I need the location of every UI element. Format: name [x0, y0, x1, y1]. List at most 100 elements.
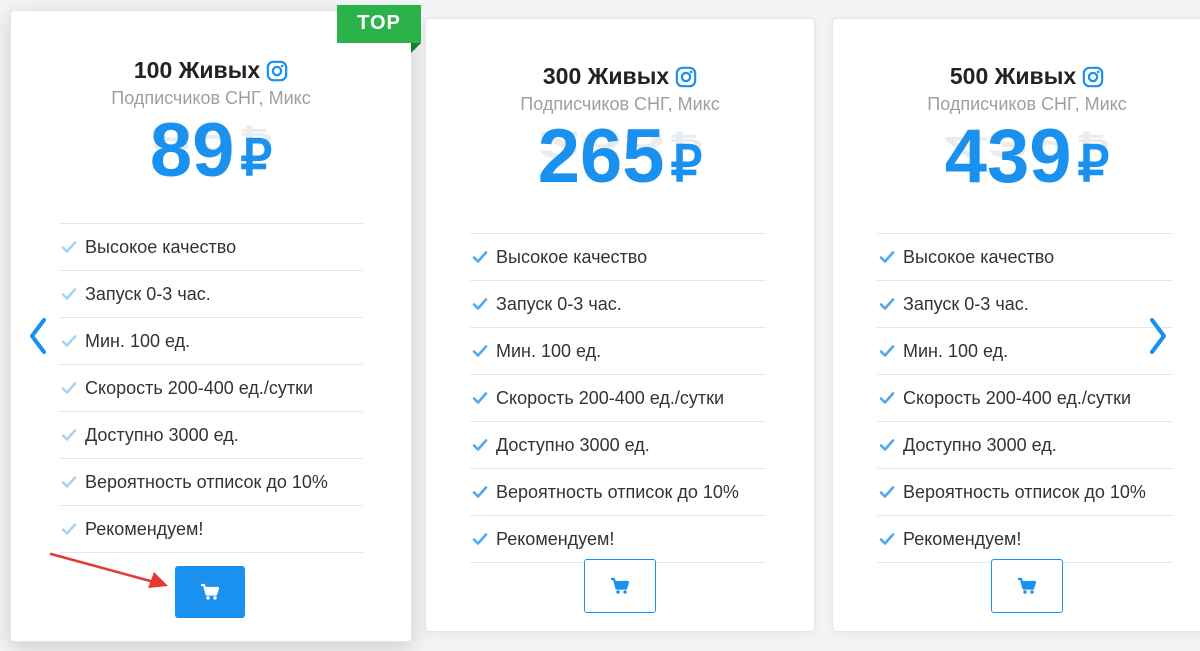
check-icon [879, 251, 895, 263]
currency-symbol: ₽ [670, 136, 703, 192]
check-icon [879, 533, 895, 545]
top-badge: TOP [337, 5, 421, 43]
feature-text: Запуск 0-3 час. [85, 284, 211, 304]
check-icon [61, 288, 77, 300]
feature-item: Скорость 200-400 ед./сутки [59, 364, 363, 411]
feature-item: Высокое качество [59, 223, 363, 270]
feature-item: Мин. 100 ед. [877, 327, 1173, 374]
currency-symbol: ₽ [240, 130, 273, 186]
feature-list: Высокое качество Запуск 0-3 час. Мин. 10… [59, 223, 363, 553]
shopping-cart-icon [1018, 577, 1037, 594]
price: 439 ₽ [833, 119, 1200, 195]
feature-item: Рекомендуем! [470, 515, 766, 563]
feature-text: Высокое качество [903, 247, 1055, 267]
feature-text: Скорость 200-400 ед./сутки [496, 388, 725, 408]
check-icon [879, 439, 895, 451]
add-to-cart-button[interactable] [175, 566, 245, 618]
currency-symbol: ₽ [1077, 136, 1110, 192]
check-icon [879, 486, 895, 498]
card-title-text: 300 Живых [542, 63, 670, 89]
check-icon [61, 382, 77, 394]
feature-item: Доступно 3000 ед. [877, 421, 1173, 468]
price-value: 89 [149, 108, 235, 193]
feature-text: Доступно 3000 ед. [903, 435, 1057, 455]
check-icon [879, 298, 895, 310]
feature-text: Запуск 0-3 час. [496, 294, 622, 314]
check-icon [472, 251, 488, 263]
feature-text: Вероятность отписок до 10% [85, 472, 328, 492]
carousel-next-button[interactable] [1146, 314, 1170, 358]
chevron-left-icon [30, 318, 46, 354]
feature-text: Вероятность отписок до 10% [903, 482, 1146, 502]
price: 265 ₽ [426, 119, 814, 195]
feature-text: Скорость 200-400 ед./сутки [85, 378, 314, 398]
shopping-cart-icon [201, 583, 220, 600]
feature-text: Запуск 0-3 час. [903, 294, 1029, 314]
check-icon [61, 241, 77, 253]
feature-text: Скорость 200-400 ед./сутки [903, 388, 1132, 408]
annotation-arrow-icon [49, 552, 168, 588]
card-subtitle: Подписчиков СНГ, Микс [927, 94, 1127, 114]
check-icon [61, 523, 77, 535]
card-subtitle: Подписчиков СНГ, Микс [520, 94, 720, 114]
chevron-right-icon [1150, 318, 1166, 354]
feature-text: Вероятность отписок до 10% [496, 482, 739, 502]
price-block: 265 ₽ 265 ₽ [426, 119, 814, 217]
check-icon [879, 345, 895, 357]
carousel-prev-button[interactable] [26, 314, 50, 358]
card-title-text: 100 Живых [133, 57, 261, 83]
check-icon [472, 392, 488, 404]
check-icon [879, 392, 895, 404]
feature-text: Высокое качество [496, 247, 648, 267]
feature-text: Рекомендуем! [85, 519, 204, 539]
check-icon [472, 533, 488, 545]
feature-item: Высокое качество [470, 233, 766, 280]
feature-item: Вероятность отписок до 10% [877, 468, 1173, 515]
instagram-icon [1082, 66, 1104, 87]
feature-item: Рекомендуем! [877, 515, 1173, 563]
add-to-cart-button[interactable] [991, 559, 1063, 613]
feature-text: Мин. 100 ед. [496, 341, 602, 361]
badge-fold [411, 43, 421, 53]
feature-item: Запуск 0-3 час. [877, 280, 1173, 327]
feature-item: Запуск 0-3 час. [59, 270, 363, 317]
feature-text: Рекомендуем! [903, 529, 1022, 549]
feature-item: Скорость 200-400 ед./сутки [470, 374, 766, 421]
feature-text: Доступно 3000 ед. [85, 425, 239, 445]
feature-list: Высокое качество Запуск 0-3 час. Мин. 10… [470, 233, 766, 563]
feature-item: Рекомендуем! [59, 505, 363, 553]
card-title: 100 Живых [11, 57, 411, 84]
pricing-card-500: 500 Живых Подписчиков СНГ, Микс 439 ₽ 439… [832, 18, 1200, 632]
feature-text: Рекомендуем! [496, 529, 615, 549]
feature-item: Вероятность отписок до 10% [59, 458, 363, 505]
price-block: 439 ₽ 439 ₽ [833, 119, 1200, 217]
price: 89 ₽ [11, 113, 411, 189]
feature-item: Вероятность отписок до 10% [470, 468, 766, 515]
price-value: 439 [944, 114, 1072, 199]
feature-text: Мин. 100 ед. [903, 341, 1009, 361]
check-icon [472, 439, 488, 451]
feature-text: Высокое качество [85, 237, 237, 257]
price-block: 89 ₽ 89 ₽ [11, 113, 411, 211]
feature-text: Доступно 3000 ед. [496, 435, 650, 455]
check-icon [61, 335, 77, 347]
add-to-cart-button[interactable] [584, 559, 656, 613]
card-title: 500 Живых [833, 63, 1200, 90]
feature-list: Высокое качество Запуск 0-3 час. Мин. 10… [877, 233, 1173, 563]
feature-item: Высокое качество [877, 233, 1173, 280]
check-icon [472, 486, 488, 498]
pricing-card-100: TOP 100 Живых Подписчиков СНГ, Микс 89 ₽ … [10, 5, 421, 642]
card-title: 300 Живых [426, 63, 814, 90]
card-subtitle: Подписчиков СНГ, Микс [111, 88, 311, 108]
feature-item: Мин. 100 ед. [59, 317, 363, 364]
feature-item: Запуск 0-3 час. [470, 280, 766, 327]
feature-item: Скорость 200-400 ед./сутки [877, 374, 1173, 421]
check-icon [472, 345, 488, 357]
feature-item: Доступно 3000 ед. [470, 421, 766, 468]
check-icon [61, 429, 77, 441]
instagram-icon [675, 66, 697, 87]
check-icon [61, 476, 77, 488]
feature-text: Мин. 100 ед. [85, 331, 191, 351]
shopping-cart-icon [611, 577, 630, 594]
instagram-icon [266, 60, 288, 81]
